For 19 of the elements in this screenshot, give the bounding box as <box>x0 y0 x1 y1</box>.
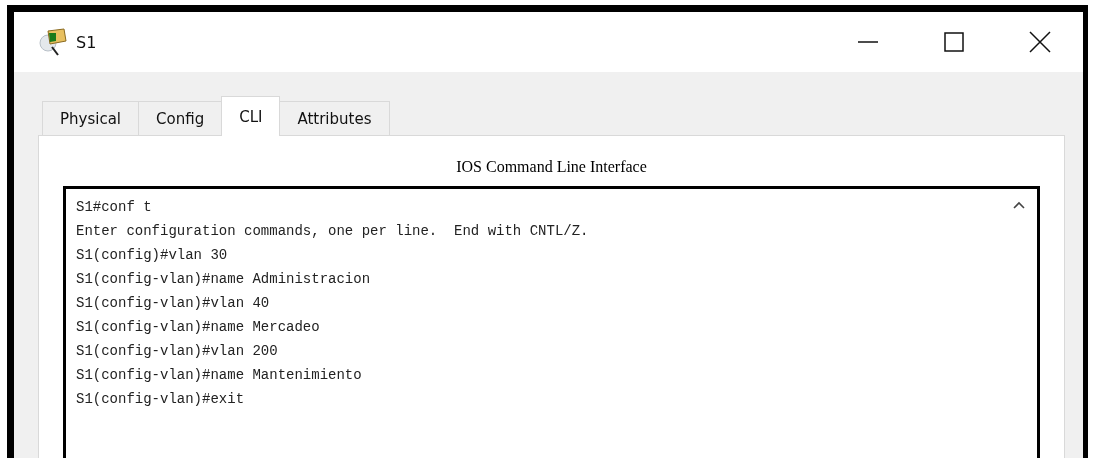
terminal-line: Enter configuration commands, one per line. End with CNTL/Z. <box>76 222 589 241</box>
window-title: S1 <box>76 32 97 52</box>
switch-icon <box>38 27 70 57</box>
maximize-icon <box>944 32 964 52</box>
terminal-line: S1(config-vlan)#name Mantenimiento <box>76 366 362 385</box>
terminal-line: S1#conf t <box>76 198 152 217</box>
terminal-line: S1(config-vlan)#name Mercadeo <box>76 318 320 337</box>
terminal-line: S1(config-vlan)#vlan 200 <box>76 342 278 361</box>
terminal-line: S1(config-vlan)#name Administracion <box>76 270 371 289</box>
panel-heading: IOS Command Line Interface <box>455 157 648 177</box>
minimize-icon <box>858 41 878 43</box>
tab[interactable]: Attributes <box>279 101 390 135</box>
tab[interactable]: Physical <box>42 101 140 135</box>
scroll-up-icon[interactable] <box>1013 201 1025 209</box>
close-icon <box>1029 31 1051 53</box>
tab[interactable]: CLI <box>221 96 281 136</box>
terminal-line: S1(config)#vlan 30 <box>76 246 228 265</box>
terminal-line: S1(config-vlan)#exit <box>76 390 245 409</box>
terminal-line: S1(config-vlan)#vlan 40 <box>76 294 270 313</box>
